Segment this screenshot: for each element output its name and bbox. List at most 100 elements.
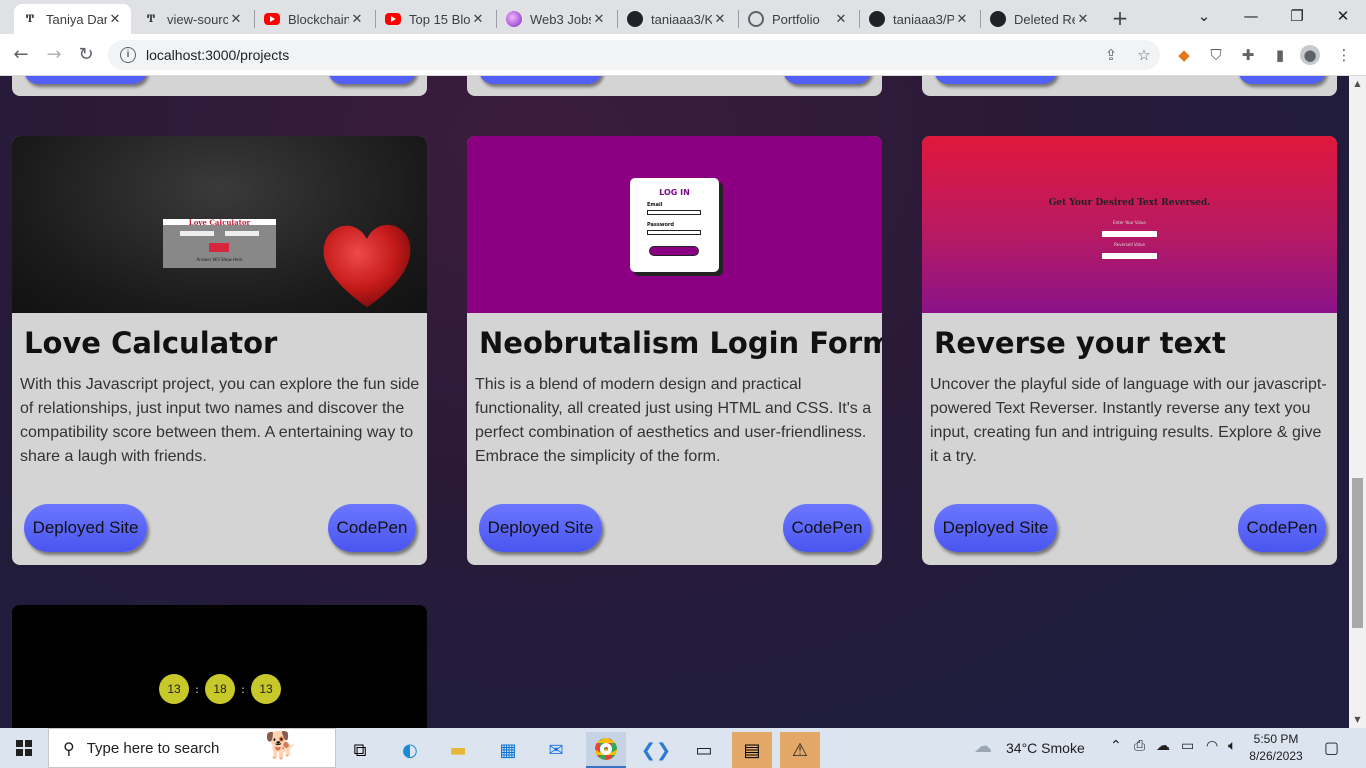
share-icon[interactable]: ⇪ [1102,46,1120,64]
deployed-site-button[interactable]: Deployed Site [934,504,1057,552]
preview-label: Enter Your Value [1113,220,1146,225]
browser-tab[interactable]: Blockchain ✕ [256,4,373,34]
close-tab-icon[interactable]: ✕ [833,12,849,27]
weather-cloud-icon[interactable]: ☁ [974,736,992,757]
browser-tab[interactable]: taniaaa3/K ✕ [619,4,736,34]
project-card-love-calculator: Love Calculator Answer Will Show Here Lo… [12,136,427,565]
deployed-site-button[interactable]: Deployed Site [479,504,602,552]
bookmark-star-icon[interactable]: ☆ [1135,46,1153,64]
codepen-button[interactable] [328,76,416,84]
scroll-down-arrow-icon[interactable]: ▼ [1349,712,1366,728]
project-card-neobrutalism-login: LOG IN Email Password Neobrutalism Login… [467,136,882,565]
close-tab-icon[interactable]: ✕ [1075,12,1091,27]
close-tab-icon[interactable]: ✕ [470,12,486,27]
codepen-button[interactable]: CodePen [783,504,871,552]
deployed-site-button[interactable]: Deployed Site [24,504,147,552]
taskbar-search-box[interactable]: ⚲ Type here to search 🐕 [48,728,336,768]
browser-tab[interactable]: Ͳview-sourc ✕ [135,4,252,34]
task-view-icon[interactable]: ⧉ [340,732,380,768]
deployed-site-button[interactable] [479,76,602,84]
tab-separator [496,10,497,28]
tab-separator [738,10,739,28]
weather-text[interactable]: 34°C Smoke [1006,728,1085,768]
close-tab-icon[interactable]: ✕ [591,12,607,27]
extensions-puzzle-icon[interactable]: ✚ [1238,45,1258,65]
warning-icon[interactable]: ⚠ [780,732,820,768]
notifications-icon[interactable]: ▢ [1324,738,1339,757]
browser-toolbar: ← → ↻ i localhost:3000/projects ⇪ ☆ ◆ ⛉ … [0,34,1366,76]
close-tab-icon[interactable]: ✕ [349,12,365,27]
terminal-icon[interactable]: ▭ [684,732,724,768]
browser-tab[interactable]: Web3 Jobs ✕ [498,4,615,34]
metamask-icon[interactable]: ◆ [1174,45,1194,65]
preview-input [180,231,214,236]
chrome-icon[interactable] [586,732,626,768]
back-button[interactable]: ← [7,41,35,69]
browser-tab[interactable]: Ͳ Taniya Dar ✕ [14,4,131,34]
onedrive-icon[interactable]: ☁ [1156,738,1170,754]
clock-separator: : [195,682,199,696]
web3-icon [506,11,522,27]
preview-heading: Love Calculator [188,218,251,227]
close-tab-icon[interactable]: ✕ [107,12,123,27]
url-text[interactable]: localhost:3000/projects [146,47,289,63]
codepen-button[interactable]: CodePen [328,504,416,552]
battery-icon[interactable]: ▭ [1181,738,1194,754]
project-card-clock: 13 : 18 : 13 [12,605,427,728]
tab-search-chevron-icon[interactable]: ⌄ [1181,2,1227,30]
side-panel-icon[interactable]: ▮ [1270,45,1290,65]
close-tab-icon[interactable]: ✕ [954,12,970,27]
meet-now-icon[interactable]: ⎙ [1134,738,1145,754]
clock-hours: 13 [159,674,189,704]
shield-extension-icon[interactable]: ⛉ [1206,45,1226,65]
microsoft-store-icon[interactable]: ▦ [488,732,528,768]
deployed-site-button[interactable] [24,76,147,84]
restore-button[interactable]: ❐ [1274,2,1320,30]
tab-title: Taniya Dar [46,11,107,27]
forward-button[interactable]: → [40,41,68,69]
codepen-button[interactable] [783,76,871,84]
preview-button [209,243,229,252]
vscode-icon[interactable]: ❮❯ [636,732,676,768]
browser-menu-icon[interactable]: ⋮ [1334,45,1354,65]
app-window-icon[interactable]: ▤ [732,732,772,768]
browser-tab[interactable]: Top 15 Blo ✕ [377,4,494,34]
browser-tab[interactable]: taniaaa3/P ✕ [861,4,978,34]
close-window-button[interactable]: ✕ [1320,2,1366,30]
deployed-site-button[interactable] [934,76,1057,84]
project-title: Reverse your text [934,326,1226,360]
minimize-button[interactable]: — [1228,2,1274,30]
reload-button[interactable]: ↻ [72,41,100,69]
github-icon [627,11,643,27]
volume-icon[interactable]: 🔈︎ [1228,738,1236,754]
project-title: Neobrutalism Login Form [479,326,882,360]
project-description: With this Javascript project, you can ex… [20,376,420,465]
tab-title: view-sourc [167,11,228,27]
site-info-icon[interactable]: i [120,47,136,63]
profile-avatar-icon[interactable]: ● [1300,45,1320,65]
new-tab-button[interactable]: + [1108,6,1132,30]
edge-browser-icon[interactable]: ◐ [390,732,430,768]
codepen-button[interactable]: CodePen [1238,504,1326,552]
mail-icon[interactable]: ✉ [536,732,576,768]
scrollbar-thumb[interactable] [1352,478,1363,628]
browser-tab[interactable]: Deleted Re ✕ [982,4,1099,34]
search-icon: ⚲ [63,738,75,758]
tab-separator [254,10,255,28]
wifi-icon[interactable]: ◠ [1206,738,1218,754]
preview-input [1102,231,1157,237]
page-scrollbar[interactable]: ▲ ▼ [1349,76,1366,728]
preview-input [647,210,701,215]
scroll-up-arrow-icon[interactable]: ▲ [1349,76,1366,92]
address-bar[interactable]: i localhost:3000/projects ⇪ ☆ [108,40,1160,70]
start-button[interactable] [0,728,48,768]
globe-icon [748,11,764,27]
show-hidden-icons-chevron-icon[interactable]: ⌃ [1110,738,1122,754]
close-tab-icon[interactable]: ✕ [228,12,244,27]
digital-clock-preview: 13 : 18 : 13 [159,674,281,704]
browser-tab[interactable]: Portfolio ✕ [740,4,857,34]
file-explorer-icon[interactable]: ▬ [438,732,478,768]
codepen-button[interactable] [1238,76,1326,84]
system-clock[interactable]: 5:50 PM 8/26/2023 [1244,731,1308,765]
close-tab-icon[interactable]: ✕ [712,12,728,27]
